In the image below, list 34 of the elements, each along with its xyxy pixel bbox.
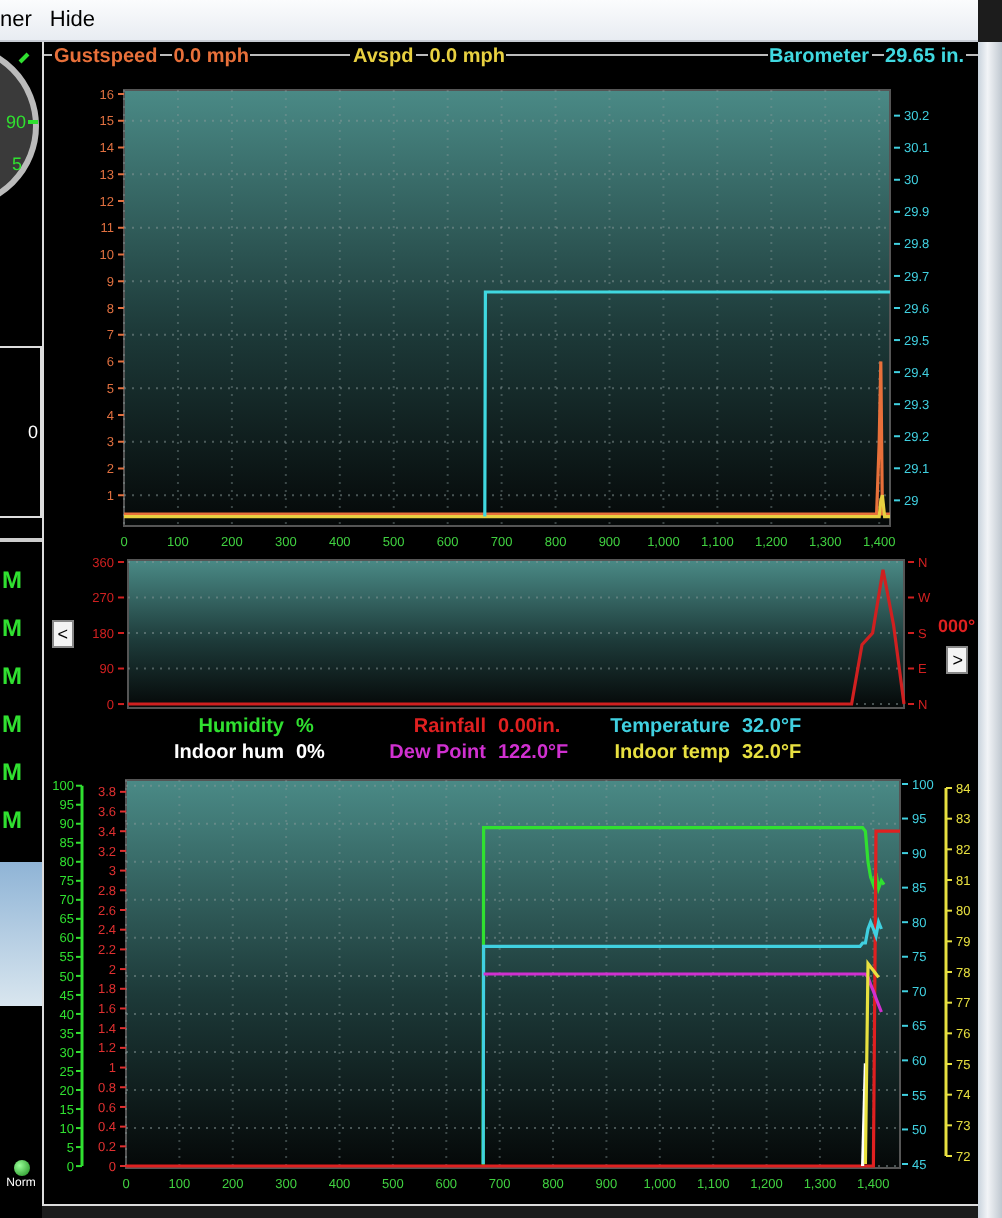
next-button[interactable]: >: [946, 645, 969, 673]
reading-value: 0.0 mph: [171, 45, 251, 67]
legend-value: 0%: [294, 742, 327, 764]
reading-label: Barometer: [767, 45, 872, 67]
legend-value: 0.00in.: [496, 716, 563, 738]
legend-value: %: [294, 716, 316, 738]
legend-label: Indoor temp: [612, 742, 730, 764]
legend-label: Dew Point: [387, 742, 486, 764]
time-text: M: [2, 662, 22, 690]
reading-label: Gustspeed: [52, 45, 160, 67]
direction-reading: 000°: [938, 615, 976, 635]
y-axis: [906, 561, 915, 705]
legend-value: 32.0°F: [740, 716, 804, 738]
gauge-label: 5: [12, 154, 23, 174]
reading-label: Avspd: [350, 45, 416, 67]
legend-label: Rainfall: [411, 716, 486, 738]
legend-value: 122.0°F: [496, 742, 571, 764]
menu-item[interactable]: Hide: [49, 6, 96, 34]
gauge-label: 90: [5, 112, 26, 132]
status-led: [13, 1160, 29, 1176]
time-text: M: [2, 710, 22, 738]
photo-placeholder: [0, 862, 42, 1006]
menu-item[interactable]: ner: [0, 6, 32, 34]
time-text: M: [2, 806, 22, 834]
reading-value: 0.0 mph: [427, 45, 507, 67]
reading-value: 29.65 in.: [883, 45, 966, 67]
legend-label: Temperature: [608, 716, 730, 738]
time-text: M: [2, 566, 22, 594]
time-text: M: [2, 758, 22, 786]
previous-button[interactable]: <: [52, 620, 74, 648]
legend-label: Indoor hum: [172, 742, 284, 764]
legend-label: Humidity: [196, 716, 284, 738]
time-text: M: [2, 614, 22, 642]
legend-value: 32.0°F: [740, 742, 804, 764]
